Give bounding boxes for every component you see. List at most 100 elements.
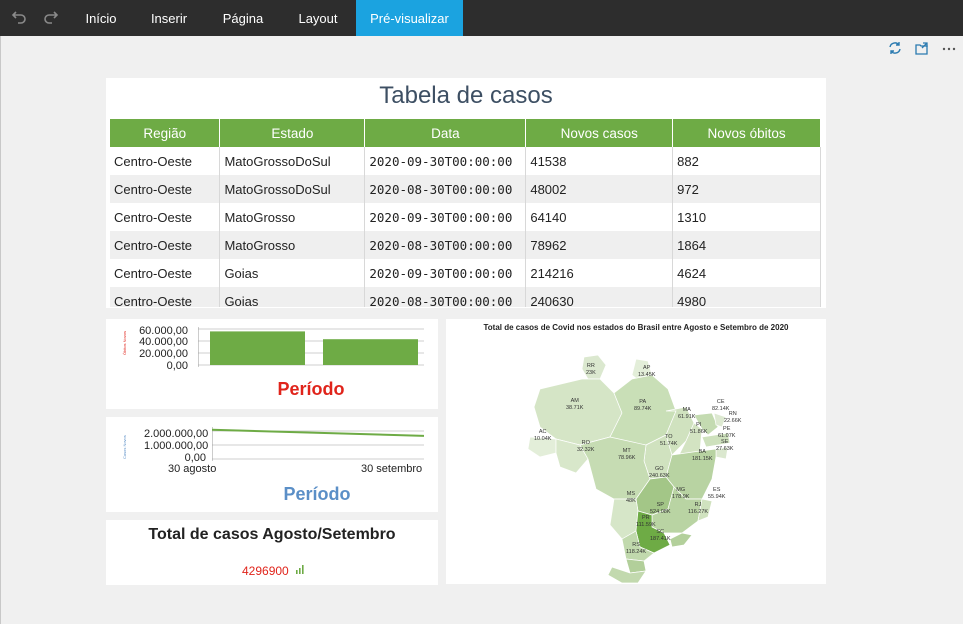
table-cell: 41538 (525, 147, 674, 175)
line-chart-ylabel: Casos Novos (122, 435, 127, 459)
table-row: Centro-Oeste Goias 2020-08-30T00:00:00 2… (110, 287, 821, 307)
map-label-rn: RN 22.66K (724, 411, 742, 424)
cases-table: Região Estado Data Novos casos Novos óbi… (110, 119, 821, 307)
table-cell: 1864 (672, 231, 821, 259)
table-cell: Centro-Oeste (110, 175, 221, 203)
table-cell: MatoGrosso (219, 231, 366, 259)
table-cell: Centro-Oeste (110, 231, 221, 259)
column-header[interactable]: Novos casos (525, 119, 674, 147)
table-cell: 48002 (525, 175, 674, 203)
menu-inserir[interactable]: Inserir (138, 0, 200, 36)
menu-pagina[interactable]: Página (210, 0, 276, 36)
kpi-value: 4296900 (242, 564, 289, 578)
more-icon[interactable] (940, 40, 958, 58)
column-header[interactable]: Estado (219, 119, 366, 147)
map-label-es: ES 55.94K (708, 487, 726, 500)
table-cell: 4624 (672, 259, 821, 287)
line-xtick: 30 agosto (168, 463, 217, 475)
menu-pre-visualizar[interactable]: Pré-visualizar (356, 0, 463, 36)
bar-ytick: 0,00 (166, 360, 188, 372)
line-chart-plot (212, 427, 424, 461)
table-cell: Centro-Oeste (110, 203, 221, 231)
export-icon[interactable] (913, 40, 931, 58)
map-label-ro: RO 32.32K (577, 440, 595, 453)
bar[interactable] (210, 331, 305, 365)
table-cell: 4980 (672, 287, 821, 307)
table-cell: 78962 (525, 231, 674, 259)
table-row: Centro-Oeste Goias 2020-09-30T00:00:00 2… (110, 259, 821, 287)
table-cell: 240630 (525, 287, 674, 307)
map-label-ap: AP 13.45K (638, 365, 656, 378)
map-label-mt: MT 78.96K (618, 448, 636, 461)
table-cell: MatoGrossoDoSul (219, 175, 366, 203)
table-cell: Goias (219, 259, 366, 287)
table-row: Centro-Oeste MatoGrossoDoSul 2020-09-30T… (110, 147, 821, 175)
table-cell: 214216 (525, 259, 674, 287)
map-label-to: TO 51.74K (660, 434, 678, 447)
table-row: Centro-Oeste MatoGrosso 2020-09-30T00:00… (110, 203, 821, 231)
refresh-icon[interactable] (886, 40, 904, 58)
table-cell: 882 (672, 147, 821, 175)
cases-line-chart-panel: Casos Novos 2.000.000,00 1.000.000,00 0,… (106, 417, 438, 512)
map-label-ba: BA 181.15K (692, 449, 713, 462)
line-ytick: 1.000.000,00 (144, 440, 209, 452)
table-cell: 1310 (672, 203, 821, 231)
map-label-go: GO 240.63K (649, 466, 670, 479)
map-label-sp: SP 524.08K (650, 502, 671, 515)
column-header[interactable]: Novos óbitos (672, 119, 821, 147)
map-label-rs: RS 118.24K (626, 542, 647, 555)
cases-table-panel: Tabela de casos Região Estado Data Novos… (106, 78, 826, 308)
bar-ytick: 20.000,00 (139, 348, 188, 360)
map-label-pi: PI 51.86K (690, 422, 708, 435)
bar-chart-plot (198, 327, 424, 367)
column-header[interactable]: Data (364, 119, 527, 147)
table-header-row: Região Estado Data Novos casos Novos óbi… (110, 119, 821, 147)
table-cell: MatoGrossoDoSul (219, 147, 366, 175)
line-xtick: 30 setembro (361, 463, 423, 475)
table-scroll[interactable]: Região Estado Data Novos casos Novos óbi… (110, 119, 821, 307)
map-label-am: AM 38.71K (566, 398, 584, 411)
map-label-mg: MG 178.9K (672, 487, 690, 500)
table-cell: 2020-09-30T00:00:00 (364, 147, 527, 175)
redo-icon[interactable] (41, 8, 61, 28)
total-cases-kpi-panel: Total de casos Agosto/Setembro 4296900 (106, 520, 438, 585)
undo-icon[interactable] (9, 8, 29, 28)
table-cell: 2020-08-30T00:00:00 (364, 231, 527, 259)
bar-chart-icon (296, 565, 304, 574)
table-cell: 972 (672, 175, 821, 203)
map-label-rr: RR 23K (586, 363, 596, 376)
table-title: Tabela de casos (379, 82, 553, 109)
map-label-pe: PE 61.07K (718, 426, 736, 439)
table-cell: Centro-Oeste (110, 147, 221, 175)
table-row: Centro-Oeste MatoGrosso 2020-08-30T00:00… (110, 231, 821, 259)
map-label-pr: PR 111.59K (636, 515, 656, 528)
map-state-rj (669, 532, 693, 548)
bar-ytick: 40.000,00 (139, 336, 188, 348)
table-cell: 2020-09-30T00:00:00 (364, 259, 527, 287)
bar[interactable] (323, 339, 418, 365)
table-cell: 2020-09-30T00:00:00 (364, 203, 527, 231)
menu-layout[interactable]: Layout (286, 0, 350, 36)
map-title: Total de casos de Covid nos estados do B… (483, 323, 789, 332)
table-cell: 2020-08-30T00:00:00 (364, 287, 527, 307)
table-cell: 2020-08-30T00:00:00 (364, 175, 527, 203)
map-label-ac: AC 10.04K (534, 429, 552, 442)
map-state-sc (625, 558, 647, 574)
map-label-ma: MA 61.91K (678, 407, 696, 420)
table-cell: MatoGrosso (219, 203, 366, 231)
brazil-map-panel: Total de casos de Covid nos estados do B… (446, 319, 826, 584)
table-row: Centro-Oeste MatoGrossoDoSul 2020-08-30T… (110, 175, 821, 203)
map-label-se: SE 27.63K (716, 439, 734, 452)
table-cell: 64140 (525, 203, 674, 231)
map-label-sc: SC 187.41K (650, 529, 671, 542)
map-label-rj: RJ 116.27K (688, 502, 709, 515)
top-toolbar: Início Inserir Página Layout Pré-visuali… (0, 0, 963, 36)
deaths-bar-chart-panel: Óbitos Novos 60.000,00 40.000,00 20.000,… (106, 319, 438, 409)
map-label-ms: MS 48K (626, 491, 636, 504)
table-cell: Centro-Oeste (110, 287, 221, 307)
map-label-pa: PA 89.74K (634, 399, 652, 412)
column-header[interactable]: Região (110, 119, 221, 147)
menu-inicio[interactable]: Início (72, 0, 130, 36)
kpi-title: Total de casos Agosto/Setembro (148, 526, 396, 543)
table-cell: Goias (219, 287, 366, 307)
